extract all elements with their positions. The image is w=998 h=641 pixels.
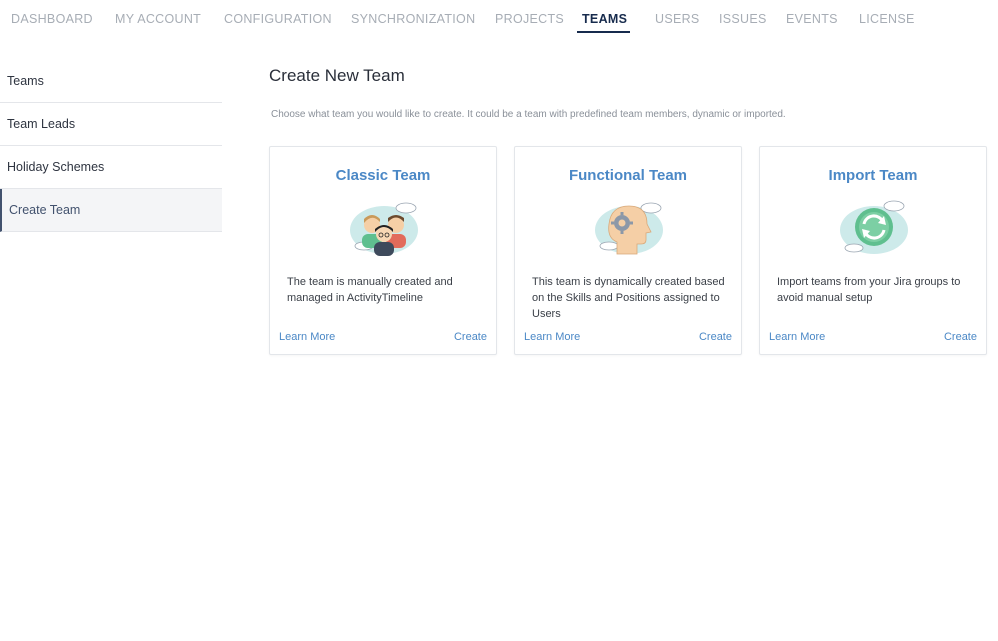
head-gear-icon — [595, 202, 663, 255]
sidebar-item-create-team[interactable]: Create Team — [0, 189, 222, 232]
nav-teams[interactable]: TEAMS — [582, 12, 627, 26]
classic-team-card: Classic Team The team is manually create… — [269, 146, 497, 355]
learn-more-link[interactable]: Learn More — [524, 331, 580, 343]
functional-team-card: Functional Team This team is dynamically… — [514, 146, 742, 355]
sidebar: Teams Team Leads Holiday Schemes Create … — [0, 60, 222, 232]
nav-users[interactable]: USERS — [655, 12, 700, 26]
learn-more-link[interactable]: Learn More — [279, 331, 335, 343]
learn-more-link[interactable]: Learn More — [769, 331, 825, 343]
nav-my-account[interactable]: MY ACCOUNT — [115, 12, 201, 26]
nav-dashboard[interactable]: DASHBOARD — [11, 12, 93, 26]
card-description: This team is dynamically created based o… — [532, 276, 725, 320]
create-link[interactable]: Create — [454, 331, 487, 343]
import-team-card: Import Team Import teams from your Jira … — [759, 146, 987, 355]
card-description: Import teams from your Jira groups to av… — [777, 276, 961, 304]
sidebar-item-label: Team Leads — [7, 117, 76, 131]
nav-projects[interactable]: PROJECTS — [495, 12, 564, 26]
nav-license[interactable]: LICENSE — [859, 12, 915, 26]
page-subtitle: Choose what team you would like to creat… — [271, 109, 786, 120]
sidebar-item-teams[interactable]: Teams — [0, 60, 222, 103]
create-link[interactable]: Create — [699, 331, 732, 343]
nav-active-indicator — [577, 31, 630, 33]
top-navigation: DASHBOARD MY ACCOUNT CONFIGURATION SYNCH… — [0, 0, 998, 40]
card-description: The team is manually created and managed… — [287, 276, 453, 304]
sidebar-item-label: Teams — [7, 74, 44, 88]
create-link[interactable]: Create — [944, 331, 977, 343]
page-title: Create New Team — [269, 66, 405, 85]
sidebar-item-holiday-schemes[interactable]: Holiday Schemes — [0, 146, 222, 189]
nav-synchronization[interactable]: SYNCHRONIZATION — [351, 12, 475, 26]
sidebar-item-label: Holiday Schemes — [7, 160, 105, 174]
nav-events[interactable]: EVENTS — [786, 12, 838, 26]
card-title[interactable]: Classic Team — [270, 167, 496, 184]
sidebar-item-label: Create Team — [9, 203, 81, 217]
people-icon — [350, 202, 418, 256]
nav-issues[interactable]: ISSUES — [719, 12, 767, 26]
sidebar-item-team-leads[interactable]: Team Leads — [0, 103, 222, 146]
card-title[interactable]: Import Team — [760, 167, 986, 184]
card-title[interactable]: Functional Team — [515, 167, 741, 184]
nav-configuration[interactable]: CONFIGURATION — [224, 12, 332, 26]
sync-icon — [840, 200, 908, 254]
